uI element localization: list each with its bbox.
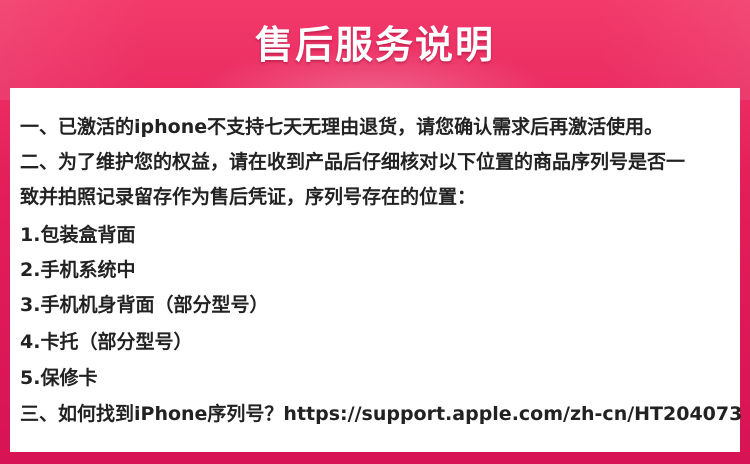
serial-location-item: 4.卡托（部分型号）	[20, 331, 193, 353]
policy-line-no-return: 一、已激活的iphone不支持七天无理由退货，请您确认需求后再激活使用。	[20, 116, 664, 138]
policy-line-find-serial: 三、如何找到iPhone序列号？https://support.apple.co…	[20, 403, 743, 425]
serial-location-item: 3.手机机身背面（部分型号）	[20, 294, 269, 316]
policy-line-check-serial-cont: 致并拍照记录留存作为售后凭证，序列号存在的位置：	[20, 186, 477, 208]
content-panel: 一、已激活的iphone不支持七天无理由退货，请您确认需求后再激活使用。 二、为…	[10, 88, 743, 452]
page-title: 售后服务说明	[254, 23, 495, 67]
serial-location-item: 2.手机系统中	[20, 259, 136, 281]
serial-location-item: 5.保修卡	[20, 367, 98, 389]
serial-location-item: 1.包装盒背面	[20, 224, 136, 246]
policy-line-check-serial: 二、为了维护您的权益，请在收到产品后仔细核对以下位置的商品序列号是否一	[20, 151, 686, 173]
